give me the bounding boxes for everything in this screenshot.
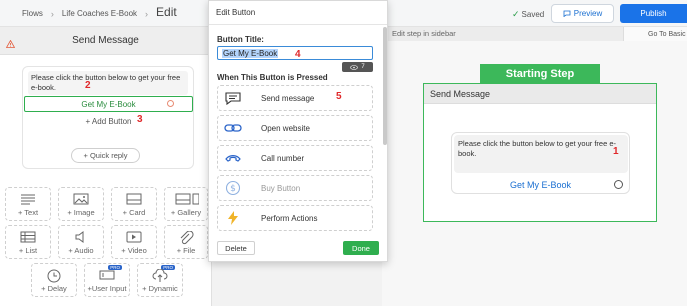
add-dynamic-tool[interactable]: PRO + Dynamic <box>137 263 183 297</box>
add-video-tool[interactable]: + Video <box>111 225 157 259</box>
connector-dot-icon[interactable] <box>167 100 174 107</box>
card-icon <box>126 193 142 205</box>
check-icon: ✓ <box>512 9 520 19</box>
action-label: Send message <box>261 93 315 103</box>
tool-label: + Audio <box>68 246 94 255</box>
button-title-value: Get My E-Book <box>222 48 279 58</box>
tool-label: + Text <box>17 208 39 217</box>
breadcrumb-flows[interactable]: Flows <box>22 9 43 18</box>
counter-value: 7 <box>361 64 365 70</box>
sidebar-title: Send Message <box>0 27 211 55</box>
bolt-icon <box>228 211 238 225</box>
svg-text:$: $ <box>230 184 236 194</box>
saved-status: ✓ Saved <box>512 9 544 20</box>
tool-label: + Gallery <box>170 208 202 217</box>
breadcrumb: Flows › Life Coaches E-Book › Edit <box>22 5 177 19</box>
add-card-tool[interactable]: + Card <box>111 187 157 221</box>
action-buy-button[interactable]: $ Buy Button <box>217 175 373 201</box>
node-message-text: Please click the button below to get you… <box>454 135 628 173</box>
add-button[interactable]: + Add Button <box>24 114 193 129</box>
annotation-1: 1 <box>613 146 619 157</box>
tool-label: + File <box>176 246 196 255</box>
action-perform-actions[interactable]: Perform Actions <box>217 205 373 231</box>
breadcrumb-separator: › <box>50 8 54 19</box>
tool-label: + List <box>18 246 38 255</box>
when-pressed-label: When This Button is Pressed <box>217 73 328 82</box>
link-icon <box>224 124 242 132</box>
add-audio-tool[interactable]: + Audio <box>58 225 104 259</box>
modal-title: Edit Button <box>209 1 387 25</box>
quick-reply-button[interactable]: + Quick reply <box>71 148 140 163</box>
button-label: Get My E-Book <box>81 99 136 109</box>
node-message-card: Please click the button below to get you… <box>451 132 630 194</box>
modal-scrollbar[interactable] <box>383 27 387 145</box>
node-title: Send Message <box>424 84 656 104</box>
chat-icon <box>225 92 241 105</box>
tool-label: + Card <box>122 208 146 217</box>
eye-icon <box>350 64 359 70</box>
go-to-basic-button[interactable]: Go To Basic <box>623 27 687 41</box>
action-label: Perform Actions <box>261 213 318 223</box>
user-input-icon <box>99 270 115 280</box>
warning-icon <box>5 39 16 50</box>
tool-label: + Delay <box>41 284 67 293</box>
video-icon <box>126 231 142 243</box>
add-gallery-tool[interactable]: + Gallery <box>164 187 208 221</box>
add-user-input-tool[interactable]: PRO +User Input <box>84 263 130 297</box>
breadcrumb-flow-name[interactable]: Life Coaches E-Book <box>62 9 137 18</box>
annotation-4: 4 <box>295 49 301 60</box>
image-icon <box>73 193 89 205</box>
preview-button[interactable]: Preview <box>551 4 614 23</box>
get-ebook-button[interactable]: Get My E-Book <box>24 96 193 112</box>
text-icon <box>21 194 35 205</box>
clock-icon <box>47 269 61 283</box>
delete-button[interactable]: Delete <box>217 241 255 255</box>
tool-label: +User Input <box>87 284 127 293</box>
action-label: Buy Button <box>261 183 301 193</box>
done-button[interactable]: Done <box>343 241 379 255</box>
chat-icon <box>563 10 571 17</box>
breadcrumb-current: Edit <box>156 5 177 19</box>
preview-label: Preview <box>573 9 603 18</box>
saved-label: Saved <box>521 10 545 19</box>
button-title-label: Button Title: <box>217 35 264 44</box>
action-label: Open website <box>261 123 310 133</box>
tool-label: + Dynamic <box>142 284 178 293</box>
tool-label: + Image <box>67 208 95 217</box>
breadcrumb-separator: › <box>145 8 149 19</box>
node-button-label: Get My E-Book <box>509 179 572 190</box>
action-open-website[interactable]: Open website <box>217 115 373 141</box>
annotation-3: 3 <box>137 114 143 125</box>
action-send-message[interactable]: Send message <box>217 85 373 111</box>
gallery-icon <box>175 193 199 205</box>
phone-icon <box>225 155 241 162</box>
add-text-tool[interactable]: + Text <box>5 187 51 221</box>
add-image-tool[interactable]: + Image <box>58 187 104 221</box>
action-call-number[interactable]: Call number <box>217 145 373 171</box>
edit-hint: Edit step in sidebar <box>392 29 456 38</box>
message-text[interactable]: Please click the button below to get you… <box>28 71 188 95</box>
dollar-icon: $ <box>225 180 241 196</box>
publish-button[interactable]: Publish <box>620 4 687 23</box>
action-label: Call number <box>261 153 305 163</box>
send-message-node[interactable]: Send Message Please click the button bel… <box>423 83 657 222</box>
add-list-tool[interactable]: + List <box>5 225 51 259</box>
tool-label: + Video <box>121 246 147 255</box>
annotation-2: 2 <box>85 80 91 91</box>
dynamic-icon <box>152 269 168 282</box>
annotation-5: 5 <box>336 91 342 102</box>
file-icon <box>180 231 194 245</box>
add-delay-tool[interactable]: + Delay <box>31 263 77 297</box>
character-counter: 7 <box>342 62 373 72</box>
node-get-ebook-button[interactable]: Get My E-Book <box>452 176 629 193</box>
list-icon <box>20 231 36 243</box>
add-file-tool[interactable]: + File <box>164 225 208 259</box>
starting-step-label: Starting Step <box>480 64 600 84</box>
connector-dot-icon[interactable] <box>614 180 623 189</box>
edit-button-modal: Edit Button Button Title: Get My E-Book … <box>208 0 388 262</box>
audio-icon <box>75 231 84 243</box>
